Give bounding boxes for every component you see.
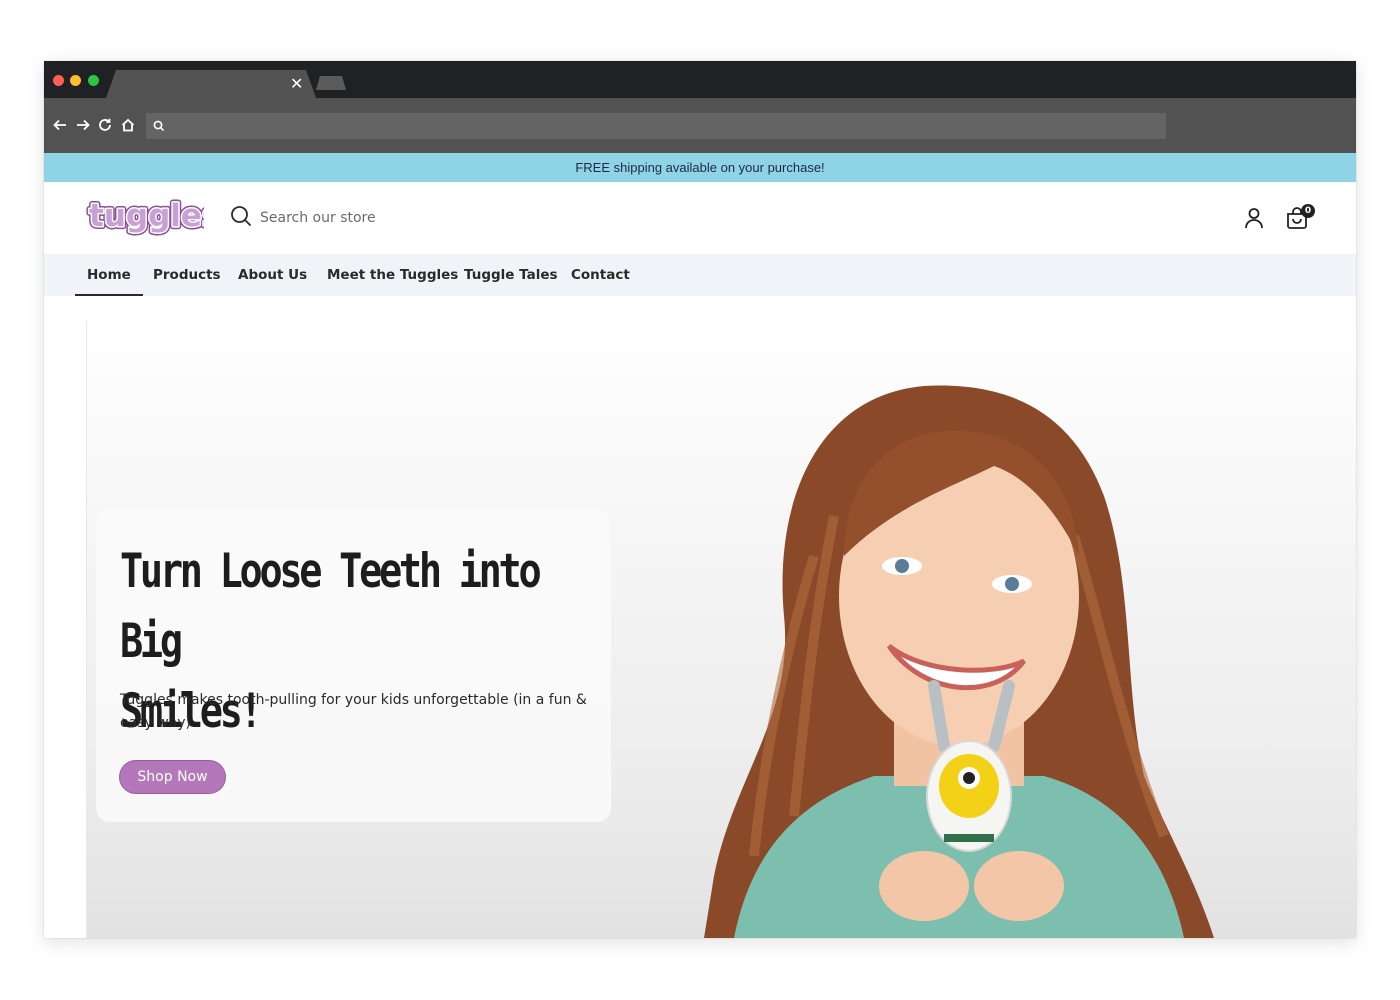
tuggles-logo[interactable]: tuggles tuggles tuggles bbox=[86, 192, 204, 244]
minimize-window-button[interactable] bbox=[70, 75, 81, 86]
close-icon[interactable]: ✕ bbox=[290, 74, 303, 94]
browser-window: ✕ FREE shipping available on your purcha… bbox=[44, 61, 1356, 938]
forward-arrow-icon[interactable] bbox=[74, 116, 92, 134]
main-navigation: Home Products About Us Meet the Tuggles … bbox=[44, 254, 1356, 296]
hero-subtitle: Tuggles makes tooth-pulling for your kid… bbox=[120, 692, 587, 731]
site-header: tuggles tuggles tuggles 0 bbox=[44, 182, 1356, 254]
announcement-text: FREE shipping available on your purchase… bbox=[575, 160, 825, 175]
search-icon[interactable] bbox=[230, 205, 252, 227]
back-arrow-icon[interactable] bbox=[51, 116, 69, 134]
maximize-window-button[interactable] bbox=[88, 75, 99, 86]
nav-item-contact[interactable]: Contact bbox=[571, 254, 630, 296]
announcement-bar: FREE shipping available on your purchase… bbox=[44, 153, 1356, 182]
nav-item-products[interactable]: Products bbox=[153, 254, 221, 296]
nav-item-meet-the-tuggles[interactable]: Meet the Tuggles bbox=[327, 254, 458, 296]
nav-item-about-us[interactable]: About Us bbox=[238, 254, 307, 296]
home-icon[interactable] bbox=[119, 116, 137, 134]
address-bar[interactable] bbox=[146, 113, 1166, 139]
hero-section: Turn Loose Teeth into Big Smiles! Tuggle… bbox=[44, 296, 1356, 938]
cart-count-badge: 0 bbox=[1301, 204, 1315, 218]
hero-card: Turn Loose Teeth into Big Smiles! Tuggle… bbox=[96, 509, 611, 822]
search-input[interactable] bbox=[260, 204, 660, 232]
shop-now-button[interactable]: Shop Now bbox=[119, 760, 226, 794]
browser-tab[interactable]: ✕ bbox=[106, 70, 316, 98]
svg-text:tuggles: tuggles bbox=[89, 198, 204, 234]
close-window-button[interactable] bbox=[53, 75, 64, 86]
browser-toolbar bbox=[44, 98, 1356, 153]
hero-image bbox=[704, 385, 1214, 938]
nav-item-tuggle-tales[interactable]: Tuggle Tales bbox=[464, 254, 558, 296]
nav-item-home[interactable]: Home bbox=[75, 254, 143, 296]
browser-titlebar: ✕ bbox=[44, 61, 1356, 98]
hero-title-line-1: Turn Loose Teeth into Big bbox=[120, 544, 542, 669]
reload-icon[interactable] bbox=[96, 116, 114, 134]
search-icon bbox=[153, 120, 165, 132]
new-tab-button[interactable] bbox=[316, 76, 346, 90]
account-icon[interactable] bbox=[1242, 206, 1266, 230]
